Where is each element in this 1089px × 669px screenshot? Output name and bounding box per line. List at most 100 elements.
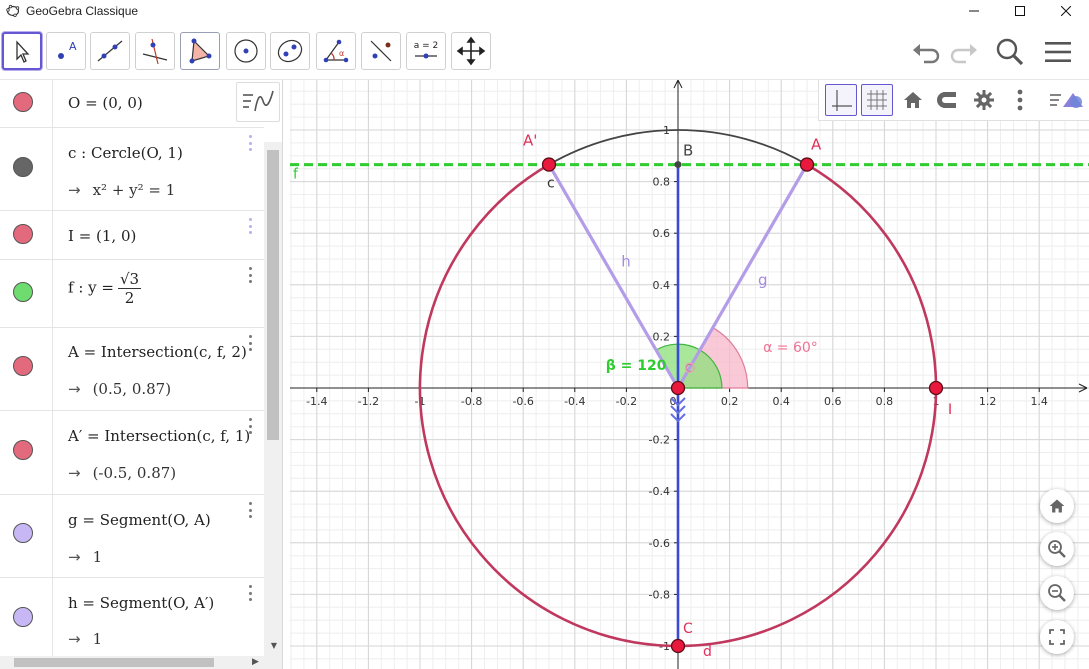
algebra-row-A[interactable]: A = Intersection(c, f, 2) → (0.5, 0.87)	[0, 328, 264, 411]
point-capturing-button[interactable]	[932, 84, 964, 116]
y-tick-label: 0.4	[653, 279, 671, 292]
point-O[interactable]	[670, 380, 686, 396]
scrollbar-thumb[interactable]	[14, 658, 214, 667]
svg-text:α: α	[339, 49, 344, 58]
maximize-icon	[1015, 6, 1025, 16]
algebra-vertical-scrollbar[interactable]	[264, 142, 282, 669]
algebra-definition[interactable]: O = (0, 0)	[68, 94, 143, 112]
visibility-marble[interactable]	[13, 157, 33, 177]
point-I[interactable]	[928, 380, 944, 396]
circle-center-point-tool[interactable]	[226, 32, 266, 70]
close-button[interactable]	[1043, 0, 1089, 22]
graphics-canvas[interactable]: -1.4 -1.2 -1 -0.8 -0.6 -0.4 -0.2 0 0.2 0.4 0.6 0.8 1…	[290, 80, 1089, 669]
algebra-row-c[interactable]: c : Cercle(O, 1) → x² + y² = 1	[0, 128, 264, 211]
algebra-definition[interactable]: h = Segment(O, A′)	[68, 594, 214, 612]
label-A: A	[811, 136, 822, 154]
visibility-marble[interactable]	[13, 282, 33, 302]
angle-tool[interactable]: α	[316, 32, 356, 70]
slider-tool[interactable]: a = 2	[406, 32, 446, 70]
minimize-button[interactable]	[951, 0, 997, 22]
visibility-marble[interactable]	[13, 92, 33, 112]
algebra-definition[interactable]: c : Cercle(O, 1)	[68, 144, 183, 162]
redo-button[interactable]	[946, 36, 982, 68]
scroll-down-arrow-icon[interactable]: ▼	[266, 641, 282, 655]
algebra-row-f[interactable]: f : y = √3 2	[0, 260, 264, 328]
algebra-definition[interactable]: g = Segment(O, A)	[68, 511, 211, 529]
y-tick-label: 0.6	[653, 227, 671, 240]
standard-view-zoom-button[interactable]	[1040, 489, 1074, 523]
standard-view-button[interactable]	[897, 84, 929, 116]
label-h: h	[621, 253, 631, 271]
algebra-description-icon	[243, 90, 274, 112]
algebra-definition[interactable]: I = (1, 0)	[68, 227, 136, 245]
x-tick-label: 0.8	[876, 395, 894, 408]
algebra-definition[interactable]: A = Intersection(c, f, 2)	[68, 343, 247, 361]
toggle-grid-button[interactable]	[861, 84, 893, 116]
algebra-row-O[interactable]: O = (0, 0)	[0, 80, 264, 128]
graphics-settings-button[interactable]	[968, 84, 1000, 116]
algebra-row-g[interactable]: g = Segment(O, A) → 1	[0, 495, 264, 578]
algebra-definition[interactable]: f : y = √3 2	[68, 270, 142, 307]
redo-icon	[950, 44, 977, 64]
hamburger-menu-icon	[1045, 42, 1071, 62]
point-B[interactable]	[674, 161, 682, 169]
ellipse-icon	[277, 39, 303, 63]
polygon-tool[interactable]	[180, 32, 220, 70]
graphics-view-menu-button[interactable]	[1047, 84, 1087, 116]
algebra-value: → (0.5, 0.87)	[68, 380, 171, 398]
zoom-in-button[interactable]	[1040, 532, 1074, 566]
reflect-line-tool[interactable]	[361, 32, 401, 70]
algebra-row-A-prime[interactable]: A′ = Intersection(c, f, 1) → (-0.5, 0.87)	[0, 411, 264, 495]
visibility-marble[interactable]	[13, 356, 33, 376]
visibility-marble[interactable]	[13, 523, 33, 543]
label-c: c	[547, 176, 555, 192]
zoom-in-icon	[1048, 540, 1066, 558]
point-C[interactable]	[670, 638, 686, 654]
point-tool[interactable]: A	[46, 32, 86, 70]
row-menu-icon[interactable]	[247, 502, 253, 518]
scroll-right-arrow-icon[interactable]: ▶	[252, 657, 259, 667]
maximize-button[interactable]	[997, 0, 1043, 22]
row-menu-icon[interactable]	[247, 418, 253, 434]
axes-icon	[832, 90, 852, 111]
row-menu-icon[interactable]	[247, 267, 253, 283]
y-tick-label: -0.6	[649, 537, 670, 550]
search-button[interactable]	[992, 36, 1028, 68]
undo-button[interactable]	[908, 36, 944, 68]
algebra-row-I[interactable]: I = (1, 0)	[0, 211, 264, 260]
geometry: AA'BcfghOICdα = 60°β = 120	[290, 129, 1089, 660]
main-menu-button[interactable]	[1040, 36, 1076, 68]
more-options-button[interactable]	[1004, 84, 1036, 116]
row-menu-icon[interactable]	[247, 585, 253, 601]
algebra-definition[interactable]: A′ = Intersection(c, f, 1)	[68, 427, 250, 445]
scrollbar-thumb[interactable]	[267, 150, 279, 440]
algebra-row-h[interactable]: h = Segment(O, A′) → 1	[0, 578, 264, 658]
move-graphics-view-tool[interactable]	[451, 32, 491, 70]
algebra-value: → (-0.5, 0.87)	[68, 464, 176, 482]
visibility-marble[interactable]	[13, 224, 33, 244]
fullscreen-button[interactable]	[1040, 620, 1074, 654]
row-menu-icon[interactable]	[247, 135, 253, 151]
ellipse-tool[interactable]	[270, 32, 310, 70]
algebra-style-bar-button[interactable]	[236, 82, 280, 122]
move-tool[interactable]	[2, 32, 42, 70]
label-C: C	[683, 621, 693, 637]
algebra-value: → x² + y² = 1	[68, 181, 175, 199]
graphics-style-bar	[818, 80, 1089, 121]
visibility-marble[interactable]	[13, 440, 33, 460]
point-A-prime[interactable]	[541, 157, 557, 172]
graphics-view[interactable]: -1.4 -1.2 -1 -0.8 -0.6 -0.4 -0.2 0 0.2 0.4 0.6 0.8 1…	[290, 80, 1089, 669]
x-tick-label: 1.4	[1030, 395, 1048, 408]
toggle-axes-button[interactable]	[825, 84, 857, 116]
row-menu-icon[interactable]	[247, 218, 253, 234]
x-tick-label: -0.4	[564, 395, 585, 408]
fraction-denominator: 2	[124, 289, 135, 307]
row-menu-icon[interactable]	[247, 335, 253, 351]
line-tool[interactable]	[90, 32, 130, 70]
algebra-horizontal-scrollbar[interactable]: ▶	[0, 656, 264, 669]
close-icon	[1061, 6, 1071, 16]
visibility-marble[interactable]	[13, 607, 33, 627]
perpendicular-line-tool[interactable]	[135, 32, 175, 70]
zoom-out-button[interactable]	[1040, 576, 1074, 610]
point-A[interactable]	[799, 157, 815, 172]
